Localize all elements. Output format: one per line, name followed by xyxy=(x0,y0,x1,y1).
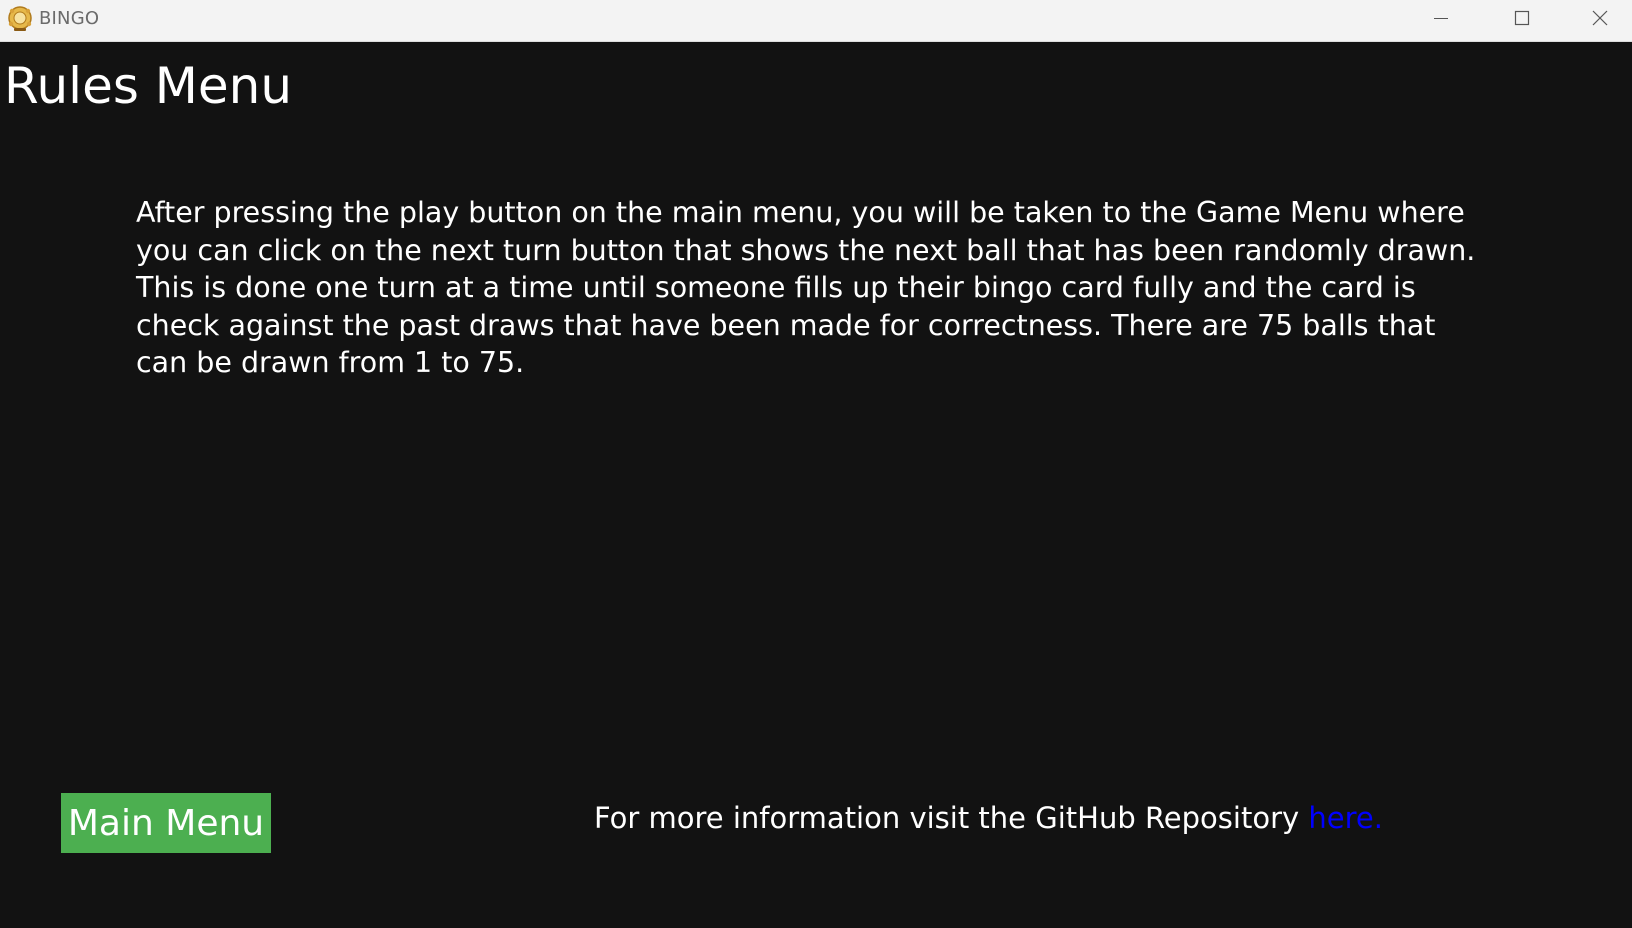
maximize-icon xyxy=(1514,10,1530,26)
main-menu-button[interactable]: Main Menu xyxy=(61,793,271,853)
github-info-text: For more information visit the GitHub Re… xyxy=(594,801,1383,835)
minimize-button[interactable] xyxy=(1405,0,1477,36)
close-button[interactable] xyxy=(1567,0,1632,36)
bingo-logo-icon xyxy=(8,6,32,31)
close-icon xyxy=(1592,10,1607,26)
rules-description: After pressing the play button on the ma… xyxy=(136,196,1476,379)
title-bar[interactable]: BINGO xyxy=(0,0,1632,42)
github-repository-link[interactable]: here. xyxy=(1308,801,1383,835)
app-window: BINGO Rules Menu After pressing the play… xyxy=(0,0,1632,928)
minimize-icon xyxy=(1434,18,1448,19)
maximize-button[interactable] xyxy=(1486,0,1558,36)
window-title: BINGO xyxy=(39,8,100,29)
github-info-label: For more information visit the GitHub Re… xyxy=(594,801,1309,835)
page-title: Rules Menu xyxy=(4,57,293,115)
